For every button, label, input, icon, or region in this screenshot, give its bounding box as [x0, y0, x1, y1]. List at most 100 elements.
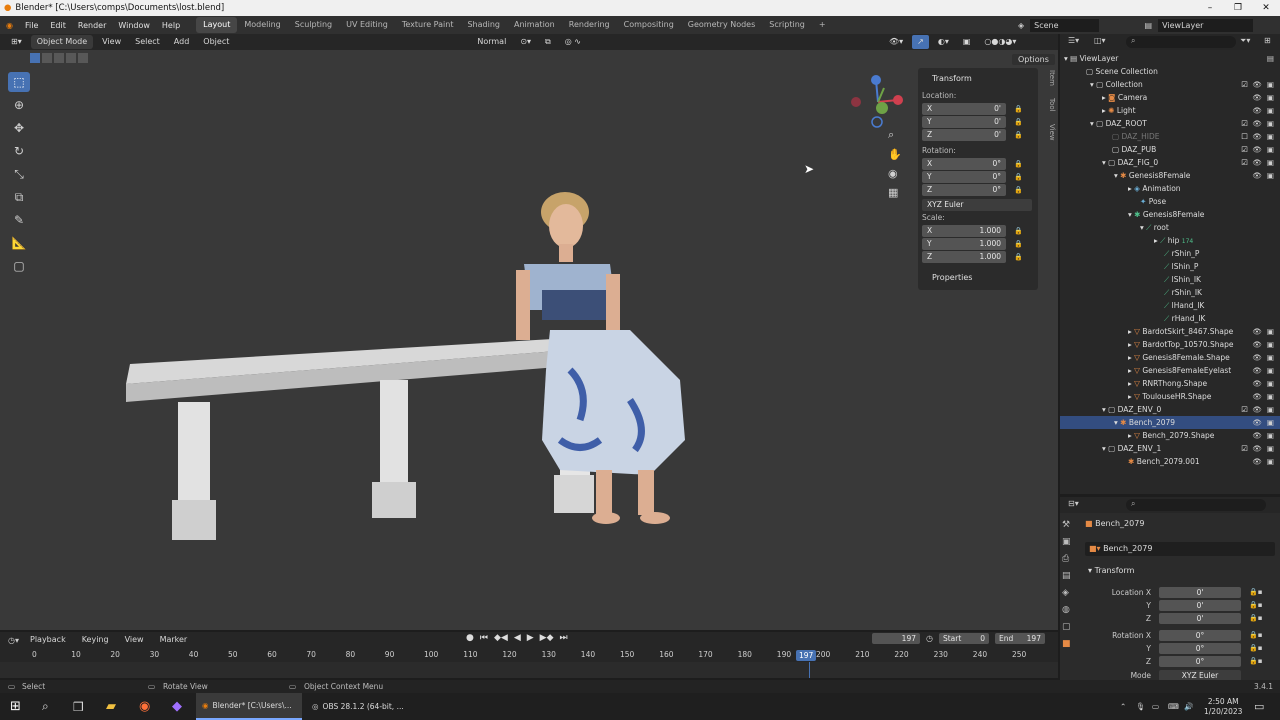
visibility-icon[interactable]: 👁▾	[884, 35, 908, 49]
prop-location-x[interactable]: 0'	[1159, 586, 1241, 598]
tab-layout[interactable]: Layout	[196, 17, 238, 33]
list-item-selected[interactable]: ▾ ✱ Bench_2079 👁 ▣	[1060, 416, 1280, 429]
world-icon[interactable]: ◍	[1062, 605, 1076, 615]
rotation-y-field[interactable]: Y 0°	[922, 170, 1006, 183]
tab-animation[interactable]: Animation	[507, 17, 562, 33]
lock-icon[interactable]: 🔒	[1014, 173, 1023, 181]
object-name-field[interactable]: ■▾ Bench_2079	[1085, 542, 1275, 556]
add-cube-tool-icon[interactable]: ▢	[8, 256, 30, 276]
pan-hand-icon[interactable]: ✋	[888, 148, 902, 161]
outliner[interactable]: ▾ ▤ ViewLayer ▤ ▢ Scene Collection ▾ ▢ Co…	[1060, 50, 1280, 494]
playhead[interactable]: 197	[796, 650, 817, 661]
list-item[interactable]: ⟋ lHand_IK	[1060, 299, 1280, 312]
list-item[interactable]: ▾ ✱ Genesis8Female	[1060, 208, 1280, 221]
location-x-field[interactable]: X 0'	[922, 102, 1006, 115]
object-icon[interactable]: ■	[1062, 639, 1076, 649]
list-item[interactable]: ✱ Bench_2079.001 👁 ▣	[1060, 455, 1280, 468]
tab-modeling[interactable]: Modeling	[237, 17, 287, 33]
menu-edit[interactable]: Edit	[44, 21, 72, 30]
transform-panel-title[interactable]: Transform	[932, 74, 1034, 83]
viewport-menu-select[interactable]: Select	[130, 35, 165, 49]
rotate-tool-icon[interactable]: ↻	[8, 141, 30, 161]
location-y-field[interactable]: Y 0'	[922, 115, 1006, 128]
lock-icon[interactable]: 🔒	[1014, 240, 1023, 248]
prev-keyframe-icon[interactable]: ◆◀	[494, 633, 508, 643]
properties-editor-icon[interactable]: ⊟▾	[1068, 499, 1079, 508]
lock-icon[interactable]: 🔒	[1014, 105, 1023, 113]
list-item[interactable]: ▢ DAZ_PUB ☑ 👁 ▣	[1060, 143, 1280, 156]
list-item[interactable]: ▸ ◙ Camera 👁 ▣	[1060, 91, 1280, 104]
timeline-view-menu[interactable]: View	[120, 633, 149, 647]
scale-y-field[interactable]: Y 1.000	[922, 237, 1006, 250]
list-item[interactable]: ▾ ▢ DAZ_ROOT ☑ 👁 ▣	[1060, 117, 1280, 130]
location-z-field[interactable]: Z 0'	[922, 128, 1006, 141]
marker-menu[interactable]: Marker	[155, 633, 193, 647]
prop-rotation-z[interactable]: 0°	[1159, 655, 1241, 667]
snap-icon[interactable]: ⧉	[540, 35, 556, 49]
pivot-icon[interactable]: ⊙▾	[515, 35, 536, 49]
list-item[interactable]: ▸ ⟋ hip 174	[1060, 234, 1280, 247]
menu-file[interactable]: File	[19, 21, 44, 30]
prop-rotation-mode[interactable]: XYZ Euler	[1159, 670, 1241, 680]
network-icon[interactable]: ⌨	[1168, 693, 1179, 720]
lock-icon[interactable]: 🔒	[1014, 186, 1023, 194]
tab-tool[interactable]: Tool	[1044, 98, 1056, 112]
navigation-gizmo[interactable]	[848, 72, 908, 132]
list-item[interactable]: ✦ Pose	[1060, 195, 1280, 208]
tab-sculpting[interactable]: Sculpting	[288, 17, 339, 33]
properties-subpanel[interactable]: Properties	[932, 273, 1034, 282]
scene-selector[interactable]: Scene	[1030, 18, 1099, 32]
proportional-edit-icon[interactable]: ◎ ∿	[560, 35, 586, 49]
options-dropdown[interactable]: Options	[1012, 54, 1055, 65]
render-icon[interactable]: ▣	[1062, 537, 1076, 547]
clock[interactable]: 2:50 AM 1/20/2023	[1204, 693, 1242, 720]
rotation-x-field[interactable]: X 0°	[922, 157, 1006, 170]
ortho-grid-icon[interactable]: ▦	[888, 186, 902, 199]
rotation-mode-select[interactable]: XYZ Euler	[922, 198, 1032, 211]
timeline-editor-icon[interactable]: ◷▾	[8, 636, 19, 645]
blender-menu-icon[interactable]: ◉	[0, 21, 19, 30]
filter-icon[interactable]: ⏷▾	[1240, 36, 1250, 46]
selection-mode-icons[interactable]	[30, 53, 88, 63]
microphone-icon[interactable]: 🎙	[1136, 693, 1146, 720]
file-explorer-icon[interactable]: ▰	[106, 693, 116, 720]
list-item[interactable]: ▸ ▽ Genesis8FemaleEyelast 👁 ▣	[1060, 364, 1280, 377]
outliner-search-input[interactable]: ⌕	[1126, 36, 1236, 48]
list-item[interactable]: ▾ ▢ DAZ_ENV_1 ☑ 👁 ▣	[1060, 442, 1280, 455]
camera-view-icon[interactable]: ◉	[888, 167, 902, 180]
tab-uv-editing[interactable]: UV Editing	[339, 17, 395, 33]
list-item[interactable]: ▸ ▽ ToulouseHR.Shape 👁 ▣	[1060, 390, 1280, 403]
list-item[interactable]: ▸ ▽ Genesis8Female.Shape 👁 ▣	[1060, 351, 1280, 364]
gizmo-toggle-icon[interactable]: ↗	[912, 35, 929, 49]
tab-compositing[interactable]: Compositing	[617, 17, 681, 33]
lock-icon[interactable]: 🔒	[1014, 118, 1023, 126]
collection-icon[interactable]: ▢	[1062, 622, 1076, 632]
volume-icon[interactable]: 🔊	[1184, 693, 1193, 720]
search-icon[interactable]: ⌕	[42, 693, 49, 720]
cursor-tool-icon[interactable]: ⊕	[8, 95, 30, 115]
list-item[interactable]: ⟋ lShin_P	[1060, 260, 1280, 273]
lock-icon[interactable]: 🔒▪	[1249, 601, 1262, 609]
list-item[interactable]: ⟋ rShin_P	[1060, 247, 1280, 260]
minimize-button[interactable]: –	[1196, 0, 1224, 16]
tab-shading[interactable]: Shading	[460, 17, 507, 33]
shading-mode-icons[interactable]: ○●◑◕▾	[979, 35, 1021, 49]
list-item[interactable]: ▾ ⟋ root	[1060, 221, 1280, 234]
timeline[interactable]: 0 10 20 30 40 50 60 70 80 90 100 110 120 130 140 150 160…	[0, 648, 1058, 678]
taskbar-blender[interactable]: ◉ Blender* [C:\Users\...	[196, 693, 302, 720]
prop-location-z[interactable]: 0'	[1159, 612, 1241, 624]
view-layer-icon[interactable]: ▤	[1062, 571, 1076, 581]
next-keyframe-icon[interactable]: ▶◆	[540, 633, 554, 643]
list-item[interactable]: ▸ ▽ BardotSkirt_8467.Shape 👁 ▣	[1060, 325, 1280, 338]
viewport-menu-add[interactable]: Add	[169, 35, 195, 49]
close-button[interactable]: ✕	[1252, 0, 1280, 16]
playback-menu[interactable]: Playback	[25, 633, 71, 647]
lock-icon[interactable]: 🔒	[1014, 131, 1023, 139]
overlay-toggle-icon[interactable]: ◐▾	[933, 35, 954, 49]
lock-icon[interactable]: 🔒▪	[1249, 631, 1262, 639]
list-item[interactable]: ▸ ▽ RNRThong.Shape 👁 ▣	[1060, 377, 1280, 390]
list-item[interactable]: ⟋ lShin_IK	[1060, 273, 1280, 286]
scale-z-field[interactable]: Z 1.000	[922, 250, 1006, 263]
tray-arrow-icon[interactable]: ⌃	[1120, 693, 1126, 720]
current-frame-field[interactable]: 197	[872, 633, 920, 644]
